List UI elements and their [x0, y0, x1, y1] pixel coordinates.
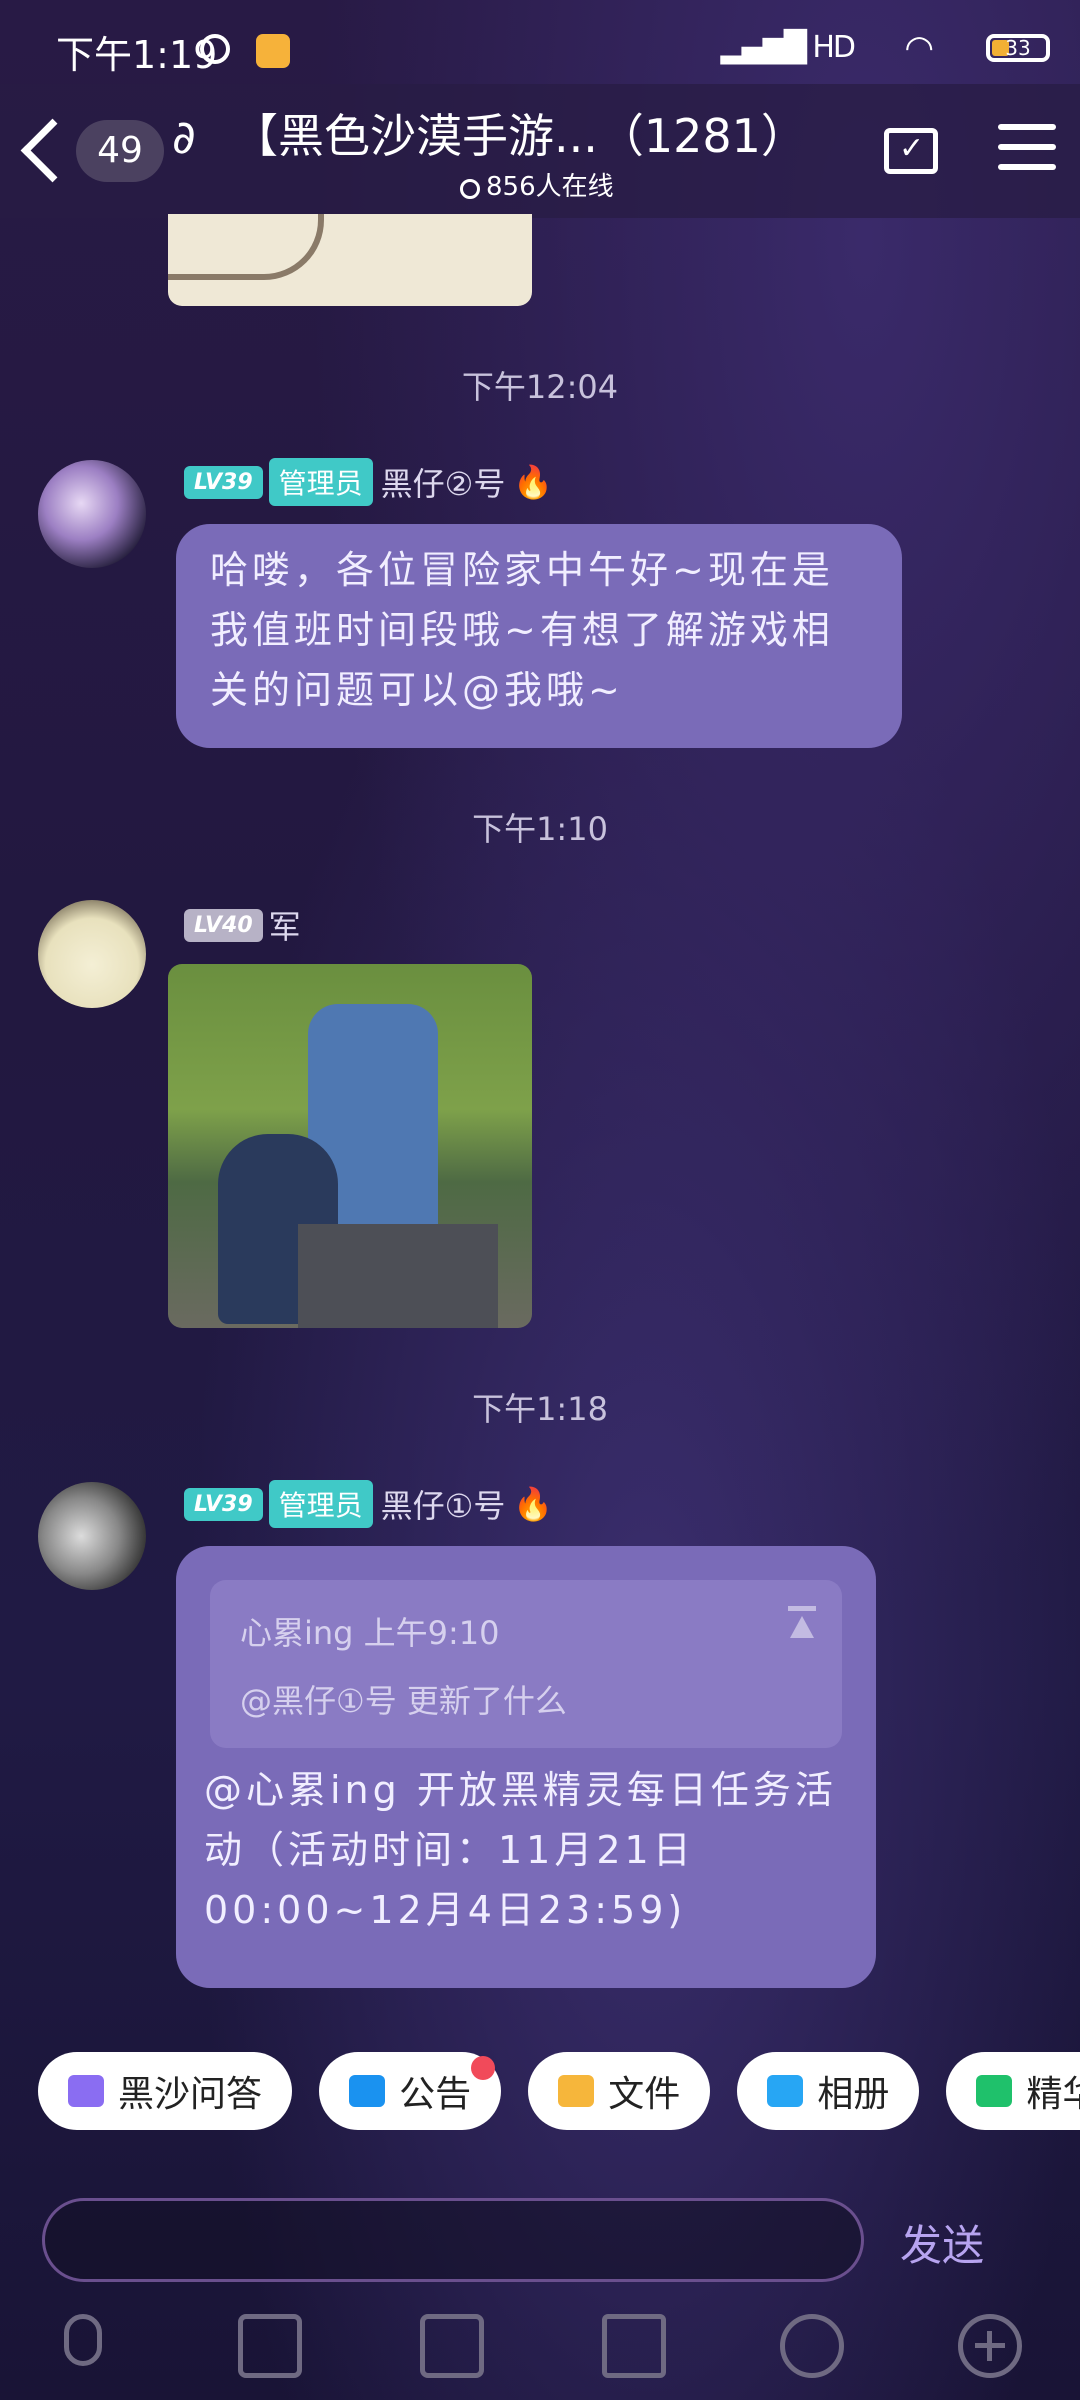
- reply-quote[interactable]: 心累ing 上午9:10 @黑仔①号 更新了什么: [210, 1580, 842, 1748]
- message-meta: LV39 管理员 黑仔①号 🔥: [184, 1480, 553, 1528]
- camera-icon[interactable]: [420, 2314, 484, 2378]
- unread-count-badge[interactable]: 49: [76, 120, 164, 182]
- quick-action-label: 文件: [608, 2074, 681, 2115]
- message-text: @心累ing 开放黑精灵每日任务活动（活动时间：11月21日00:00~12月4…: [204, 1768, 837, 1932]
- quick-action-qa[interactable]: 黑沙问答: [38, 2052, 293, 2130]
- timestamp: 下午1:10: [472, 810, 608, 848]
- menu-icon[interactable]: [998, 124, 1056, 174]
- notification-icon: [256, 34, 290, 68]
- back-button[interactable]: [16, 114, 66, 184]
- role-badge: 管理员: [268, 458, 373, 506]
- folder-icon: [558, 2075, 595, 2107]
- message-bubble[interactable]: 哈喽，各位冒险家中午好~现在是我值班时间段哦~有想了解游戏相关的问题可以@我哦~: [176, 524, 902, 748]
- online-count[interactable]: 856人在线: [460, 166, 614, 203]
- quick-action-essence[interactable]: 精华消: [946, 2052, 1080, 2130]
- online-count-text: 856人在线: [486, 172, 614, 202]
- message-meta: LV40 军: [184, 902, 301, 948]
- send-button[interactable]: 发送: [900, 2212, 984, 2273]
- quick-actions-bar: 黑沙问答 公告 文件 相册 精华消: [38, 2052, 1080, 2132]
- quick-action-label: 黑沙问答: [118, 2074, 263, 2115]
- album-icon: [767, 2075, 804, 2107]
- quick-action-album[interactable]: 相册: [737, 2052, 920, 2130]
- level-badge: LV40: [184, 908, 263, 942]
- chat-header: 49 ∂ 【黑色沙漠手游...（1281） 856人在线: [0, 84, 1080, 218]
- fire-icon: 🔥: [513, 463, 554, 501]
- sender-name[interactable]: 军: [269, 902, 301, 948]
- earpiece-mode-icon[interactable]: ∂: [172, 110, 196, 164]
- quick-action-label: 公告: [399, 2074, 472, 2115]
- wifi-icon: ◠: [904, 28, 934, 68]
- avatar[interactable]: [38, 460, 146, 568]
- avatar[interactable]: [38, 1482, 146, 1590]
- group-title[interactable]: 【黑色沙漠手游...（1281）: [232, 100, 792, 166]
- quick-action-label: 精华消: [1026, 2074, 1080, 2115]
- quick-action-label: 相册: [817, 2074, 890, 2115]
- calendar-check-icon[interactable]: [884, 128, 938, 174]
- timestamp: 下午1:18: [472, 1390, 608, 1428]
- avatar[interactable]: [38, 900, 146, 1008]
- sender-name[interactable]: 黑仔②号: [381, 459, 506, 505]
- plus-icon[interactable]: [958, 2314, 1022, 2378]
- announcement-icon: [349, 2075, 386, 2107]
- photo-object: [298, 1224, 498, 1328]
- qa-icon: [68, 2075, 104, 2107]
- status-time: 下午1:19: [56, 33, 218, 77]
- online-indicator-icon: [460, 179, 480, 199]
- level-badge: LV39: [184, 465, 263, 499]
- quote-text: @黑仔①号 更新了什么: [240, 1682, 567, 1720]
- battery-icon: 33: [986, 34, 1050, 62]
- battery-level: 33: [1005, 36, 1031, 60]
- sender-name[interactable]: 黑仔①号: [381, 1481, 506, 1527]
- quick-action-files[interactable]: 文件: [528, 2052, 711, 2130]
- quote-header: 心累ing 上午9:10: [240, 1614, 500, 1652]
- quick-action-announcement[interactable]: 公告: [319, 2052, 502, 2130]
- signal-label: HD: [812, 30, 856, 65]
- signal-icon: ▂▄▆█ HD: [720, 30, 856, 65]
- message-input[interactable]: [42, 2198, 864, 2282]
- image-icon[interactable]: [238, 2314, 302, 2378]
- status-bar: 下午1:19 ▂▄▆█ HD ◠ 33: [0, 0, 1080, 90]
- fire-icon: 🔥: [513, 1485, 554, 1523]
- new-dot-icon: [471, 2056, 496, 2080]
- message-meta: LV39 管理员 黑仔②号 🔥: [184, 458, 553, 506]
- emoji-icon[interactable]: [780, 2314, 844, 2378]
- bottom-toolbar: [0, 2300, 1080, 2400]
- microphone-icon[interactable]: [64, 2314, 102, 2366]
- red-packet-icon[interactable]: [602, 2314, 666, 2378]
- image-message[interactable]: [168, 964, 532, 1328]
- level-badge: LV39: [184, 1487, 263, 1521]
- role-badge: 管理员: [268, 1480, 373, 1528]
- timestamp: 下午12:04: [461, 368, 619, 406]
- previous-image-message[interactable]: [168, 214, 532, 306]
- jump-to-quote-icon[interactable]: [788, 1606, 816, 1642]
- alarm-icon: [200, 34, 230, 64]
- essence-icon: [976, 2075, 1013, 2107]
